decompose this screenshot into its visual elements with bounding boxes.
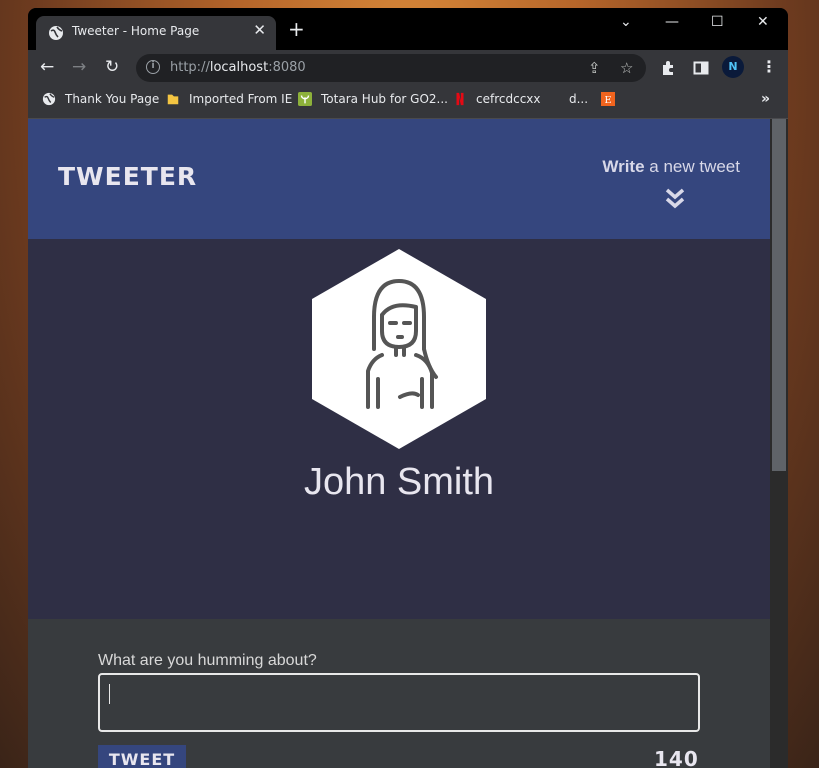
compose-section: What are you humming about? TWEET 140	[28, 619, 770, 768]
new-tab-button[interactable]: +	[288, 19, 305, 39]
globe-icon	[49, 26, 63, 40]
back-icon[interactable]: ←	[40, 58, 54, 76]
address-bar[interactable]: i http://localhost:8080 ⇪ ☆	[136, 54, 646, 82]
bookmarks-bar: Thank You Page Imported From IE Totara H…	[28, 86, 788, 119]
share-icon[interactable]: ⇪	[588, 59, 601, 77]
tab-search-icon[interactable]: ⌄	[620, 14, 632, 30]
write-tweet-link[interactable]: Write a new tweet	[602, 157, 740, 177]
page-scrollbar[interactable]	[770, 119, 788, 768]
netflix-icon	[456, 92, 464, 106]
scrollbar-thumb[interactable]	[772, 119, 786, 471]
bookmark-thank-you[interactable]: Thank You Page	[42, 92, 159, 106]
char-counter: 140	[654, 747, 699, 768]
browser-window: Tweeter - Home Page ✕ + ⌄ — ☐ ✕ ← → ↻ i …	[28, 8, 788, 768]
site-header: TWEETER Write a new tweet	[28, 119, 770, 239]
double-chevron-down-icon[interactable]	[664, 187, 686, 211]
extensions-icon[interactable]	[660, 60, 676, 76]
bookmark-label: d...	[569, 92, 589, 106]
bookmark-label: Thank You Page	[65, 92, 160, 106]
bookmark-totara[interactable]: Totara Hub for GO2...	[298, 92, 448, 106]
folder-icon	[167, 94, 179, 105]
forward-icon[interactable]: →	[72, 58, 86, 76]
browser-toolbar: ← → ↻ i http://localhost:8080 ⇪ ☆ N ⋮	[28, 50, 788, 86]
site-info-icon[interactable]: i	[146, 60, 160, 74]
bookmark-netflix[interactable]: cefrcdccxx	[453, 92, 541, 106]
address-url: http://localhost:8080	[170, 60, 306, 75]
tab-strip: Tweeter - Home Page ✕ + ⌄ — ☐ ✕	[28, 8, 788, 50]
etsy-icon: E	[601, 92, 615, 106]
side-panel-icon[interactable]	[693, 60, 709, 76]
bookmark-d[interactable]: d...	[569, 92, 588, 106]
tab-close-icon[interactable]: ✕	[253, 21, 266, 39]
compose-label: What are you humming about?	[98, 652, 317, 669]
minimize-button[interactable]: —	[665, 14, 679, 30]
close-window-button[interactable]: ✕	[757, 14, 769, 30]
bookmark-imported-ie[interactable]: Imported From IE	[166, 92, 292, 106]
user-name: John Smith	[303, 461, 495, 503]
tab-title: Tweeter - Home Page	[72, 24, 200, 38]
active-tab[interactable]: Tweeter - Home Page ✕	[36, 16, 276, 50]
site-logo[interactable]: TWEETER	[58, 162, 197, 191]
bookmarks-more-icon[interactable]: »	[761, 91, 770, 107]
profile-avatar[interactable]: N	[722, 56, 744, 78]
maximize-button[interactable]: ☐	[711, 14, 724, 30]
svg-text:E: E	[604, 95, 611, 106]
tweet-button[interactable]: TWEET	[98, 745, 186, 768]
menu-icon[interactable]: ⋮	[761, 57, 777, 76]
bookmark-label: Totara Hub for GO2...	[321, 92, 448, 106]
globe-icon	[42, 92, 56, 106]
bookmark-label: cefrcdccxx	[476, 92, 541, 106]
bookmark-etsy[interactable]: E	[601, 92, 624, 106]
avatar	[312, 249, 486, 449]
web-page: TWEETER Write a new tweet John Smith Wha…	[28, 119, 770, 768]
bookmark-star-icon[interactable]: ☆	[620, 59, 633, 77]
totara-icon	[298, 92, 312, 106]
tweet-textarea[interactable]	[98, 673, 700, 732]
text-caret	[109, 684, 110, 704]
reload-icon[interactable]: ↻	[105, 58, 119, 76]
bookmark-label: Imported From IE	[189, 92, 293, 106]
profile-section: John Smith	[28, 239, 770, 619]
